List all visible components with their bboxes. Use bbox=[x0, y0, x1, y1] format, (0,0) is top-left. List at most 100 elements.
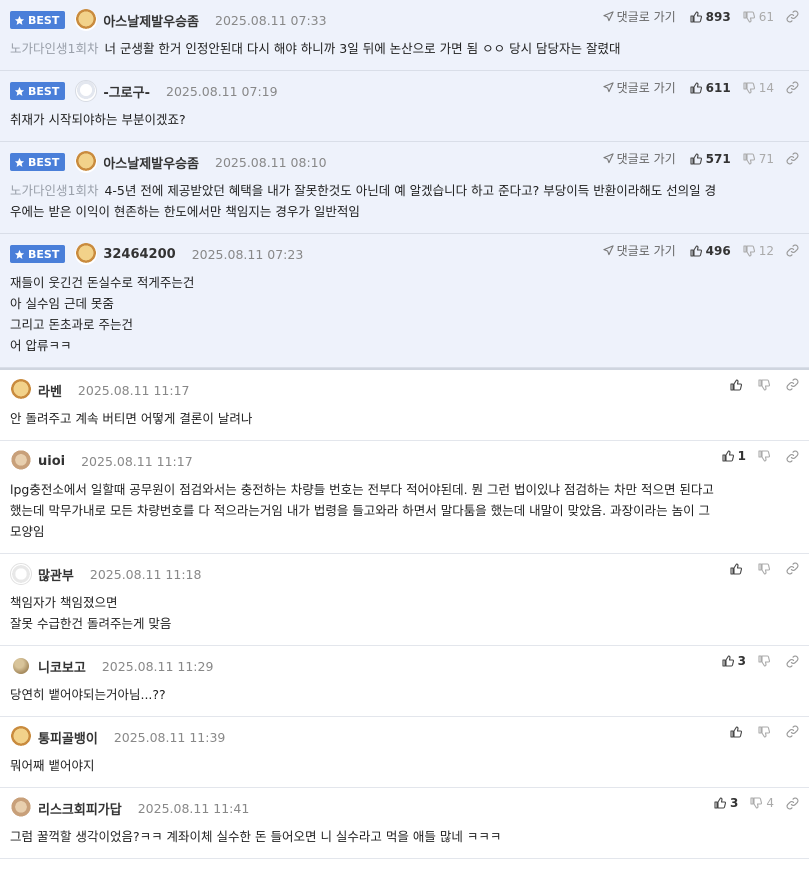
comment-text: 당연히 뱉어야되는거아님...?? bbox=[10, 687, 166, 702]
comment-date: 2025.08.11 11:29 bbox=[101, 658, 214, 674]
copy-link-button[interactable] bbox=[786, 378, 799, 391]
downvote-button[interactable] bbox=[758, 655, 774, 667]
downvote-button[interactable]: 61 bbox=[743, 10, 774, 24]
link-icon bbox=[786, 562, 799, 575]
nickname[interactable]: 니코보고 bbox=[38, 657, 86, 676]
reply-target[interactable]: 노가다인생1회차 bbox=[10, 41, 98, 56]
nickname[interactable]: 통피골뱅이 bbox=[38, 728, 98, 747]
thumbs-down-icon bbox=[758, 725, 770, 738]
comment-body: lpg충전소에서 일할때 공무원이 점검와서는 충전하는 차량들 번호는 전부다… bbox=[10, 471, 799, 553]
upvote-button[interactable]: 611 bbox=[690, 81, 731, 95]
comment-text: 4-5년 전에 제공받았던 혜택을 내가 잘못한것도 아닌데 예 알겠습니다 하… bbox=[104, 183, 717, 198]
arrow-icon bbox=[603, 245, 614, 256]
reply-target[interactable]: 노가다인생1회차 bbox=[10, 183, 98, 198]
avatar[interactable] bbox=[75, 80, 98, 102]
upvote-button[interactable] bbox=[730, 562, 746, 575]
goto-reply-link[interactable]: 댓글로 가기 bbox=[603, 150, 676, 167]
upvote-button[interactable]: 893 bbox=[690, 10, 731, 24]
copy-link-button[interactable] bbox=[786, 450, 799, 463]
copy-link-button[interactable] bbox=[786, 10, 799, 23]
nickname[interactable]: 아스날제발우승좀 bbox=[103, 153, 199, 172]
avatar[interactable] bbox=[10, 726, 32, 748]
comment-date: 2025.08.11 07:19 bbox=[166, 83, 278, 99]
comment-date: 2025.08.11 08:10 bbox=[215, 154, 327, 170]
copy-link-button[interactable] bbox=[786, 797, 799, 810]
upvote-button[interactable]: 571 bbox=[690, 152, 731, 166]
downvote-button[interactable] bbox=[758, 562, 774, 575]
comment-list: BEST 아스날제발우승좀 2025.08.11 07:33 댓글로 가기 89… bbox=[0, 0, 809, 859]
comment-text: 잘못 수급한건 돌려주는게 맞음 bbox=[10, 616, 172, 631]
copy-link-button[interactable] bbox=[786, 725, 799, 738]
avatar[interactable] bbox=[10, 797, 32, 819]
avatar[interactable] bbox=[10, 379, 32, 401]
downvote-button[interactable]: 14 bbox=[743, 81, 774, 95]
comment-text: 취재가 시작되야하는 부분이겠죠? bbox=[10, 112, 186, 127]
nickname[interactable]: 많관부 bbox=[38, 565, 74, 584]
star-icon bbox=[14, 157, 25, 167]
copy-link-button[interactable] bbox=[786, 655, 799, 668]
upvote-button[interactable]: 3 bbox=[722, 654, 746, 668]
nickname[interactable]: 리스크회피가답 bbox=[38, 799, 122, 818]
nickname[interactable]: uioi bbox=[38, 454, 65, 469]
comment-text: 우에는 받은 이익이 현존하는 한도에서만 책임지는 경우가 일반적임 bbox=[10, 204, 360, 219]
upvote-button[interactable] bbox=[730, 378, 746, 391]
comment: 니코보고 2025.08.11 11:29 3 당연히 뱉어야되는거아님...?… bbox=[0, 646, 809, 717]
comment-date: 2025.08.11 07:23 bbox=[191, 246, 304, 262]
avatar[interactable] bbox=[10, 563, 32, 585]
link-icon bbox=[786, 152, 799, 165]
avatar[interactable] bbox=[75, 151, 98, 173]
goto-reply-link[interactable]: 댓글로 가기 bbox=[603, 8, 676, 25]
comment-text: 모양임 bbox=[10, 524, 45, 539]
downvote-button[interactable] bbox=[758, 725, 774, 738]
star-icon bbox=[14, 86, 25, 96]
copy-link-button[interactable] bbox=[786, 81, 799, 94]
upvote-button[interactable] bbox=[730, 725, 746, 738]
comment-header: uioi 2025.08.11 11:17 bbox=[10, 450, 799, 472]
best-comment: BEST -그로구- 2025.08.11 07:19 댓글로 가기 611 1… bbox=[0, 71, 809, 142]
avatar[interactable] bbox=[75, 243, 98, 265]
link-icon bbox=[786, 797, 799, 809]
nickname[interactable]: 라벤 bbox=[38, 381, 62, 400]
upvote-button[interactable]: 496 bbox=[690, 244, 731, 258]
nickname[interactable]: 32464200 bbox=[103, 247, 175, 262]
comment-date: 2025.08.11 11:39 bbox=[113, 729, 226, 745]
downvote-count: 14 bbox=[758, 80, 774, 95]
copy-link-button[interactable] bbox=[786, 152, 799, 165]
comment-text: lpg충전소에서 일할때 공무원이 점검와서는 충전하는 차량들 번호는 전부다… bbox=[10, 482, 714, 497]
comment-actions bbox=[730, 378, 799, 391]
downvote-button[interactable]: 71 bbox=[743, 152, 774, 166]
comment-body: 당연히 뱉어야되는거아님...?? bbox=[10, 676, 799, 716]
avatar[interactable] bbox=[13, 658, 29, 674]
best-comment: BEST 아스날제발우승좀 2025.08.11 08:10 댓글로 가기 57… bbox=[0, 142, 809, 234]
downvote-count: 71 bbox=[758, 151, 774, 166]
upvote-count: 3 bbox=[730, 796, 739, 810]
copy-link-button[interactable] bbox=[786, 562, 799, 575]
downvote-button[interactable] bbox=[758, 450, 774, 462]
nickname[interactable]: -그로구- bbox=[103, 82, 150, 101]
avatar[interactable] bbox=[75, 9, 98, 31]
upvote-button[interactable]: 1 bbox=[722, 449, 746, 463]
best-badge: BEST bbox=[10, 11, 66, 29]
comment-actions: 3 bbox=[722, 654, 799, 668]
copy-link-button[interactable] bbox=[786, 244, 799, 257]
downvote-button[interactable]: 12 bbox=[743, 244, 774, 258]
comment-body: 안 돌려주고 계속 버티면 어떻게 결론이 날려나 bbox=[10, 400, 799, 440]
goto-reply-link[interactable]: 댓글로 가기 bbox=[603, 242, 676, 259]
star-icon bbox=[14, 249, 25, 259]
comment-header: 니코보고 2025.08.11 11:29 bbox=[10, 656, 799, 676]
thumbs-down-icon bbox=[758, 655, 770, 667]
downvote-button[interactable]: 4 bbox=[750, 796, 774, 810]
downvote-count: 12 bbox=[758, 243, 774, 258]
nickname[interactable]: 아스날제발우승좀 bbox=[103, 11, 199, 30]
avatar[interactable] bbox=[10, 450, 32, 472]
thumbs-up-icon bbox=[730, 562, 742, 575]
comment-body: 책임자가 책임졌으면 잘못 수급한건 돌려주는게 맞음 bbox=[10, 584, 799, 645]
comment-text: 책임자가 책임졌으면 bbox=[10, 595, 118, 610]
comment-text: 재들이 웃긴건 돈실수로 적게주는건 bbox=[10, 275, 195, 290]
upvote-button[interactable]: 3 bbox=[714, 796, 738, 810]
downvote-button[interactable] bbox=[758, 378, 774, 391]
thumbs-down-icon bbox=[758, 562, 770, 575]
upvote-count: 893 bbox=[705, 9, 731, 24]
comment: uioi 2025.08.11 11:17 1 lpg충전소에서 일할때 공무원… bbox=[0, 441, 809, 554]
goto-reply-link[interactable]: 댓글로 가기 bbox=[603, 79, 676, 96]
